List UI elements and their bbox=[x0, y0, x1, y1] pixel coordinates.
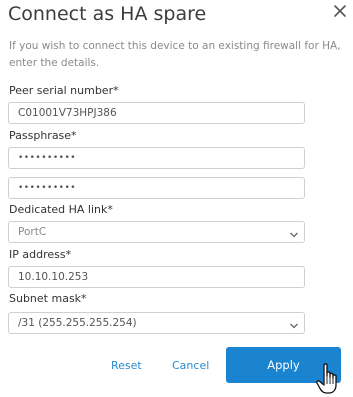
close-icon[interactable] bbox=[331, 2, 351, 22]
hand-pointer-icon bbox=[315, 362, 343, 396]
ha-link-value: PortC bbox=[18, 226, 47, 238]
cancel-button[interactable]: Cancel bbox=[172, 359, 209, 373]
reset-button[interactable]: Reset bbox=[111, 359, 142, 373]
ha-link-label: Dedicated HA link* bbox=[9, 203, 113, 216]
chevron-down-icon bbox=[289, 318, 299, 329]
chevron-down-icon bbox=[289, 227, 299, 238]
subnet-mask-select[interactable]: /31 (255.255.255.254) bbox=[8, 312, 305, 334]
ha-link-select[interactable]: PortC bbox=[8, 221, 305, 243]
subnet-mask-label: Subnet mask* bbox=[9, 292, 87, 305]
ip-address-label: IP address* bbox=[9, 248, 72, 261]
passphrase-confirm-input[interactable]: •••••••••• bbox=[8, 177, 305, 199]
peer-serial-input[interactable]: C01001V73HPJ386 bbox=[8, 102, 305, 124]
ha-spare-dialog: Connect as HA spare If you wish to conne… bbox=[0, 0, 353, 397]
peer-serial-label: Peer serial number* bbox=[9, 84, 119, 97]
dialog-description: If you wish to connect this device to an… bbox=[9, 40, 341, 69]
subnet-mask-value: /31 (255.255.255.254) bbox=[18, 317, 137, 329]
dialog-title: Connect as HA spare bbox=[8, 3, 207, 25]
ip-address-input[interactable]: 10.10.10.253 bbox=[8, 266, 305, 288]
passphrase-label: Passphrase* bbox=[9, 129, 77, 142]
passphrase-input[interactable]: •••••••••• bbox=[8, 147, 305, 169]
